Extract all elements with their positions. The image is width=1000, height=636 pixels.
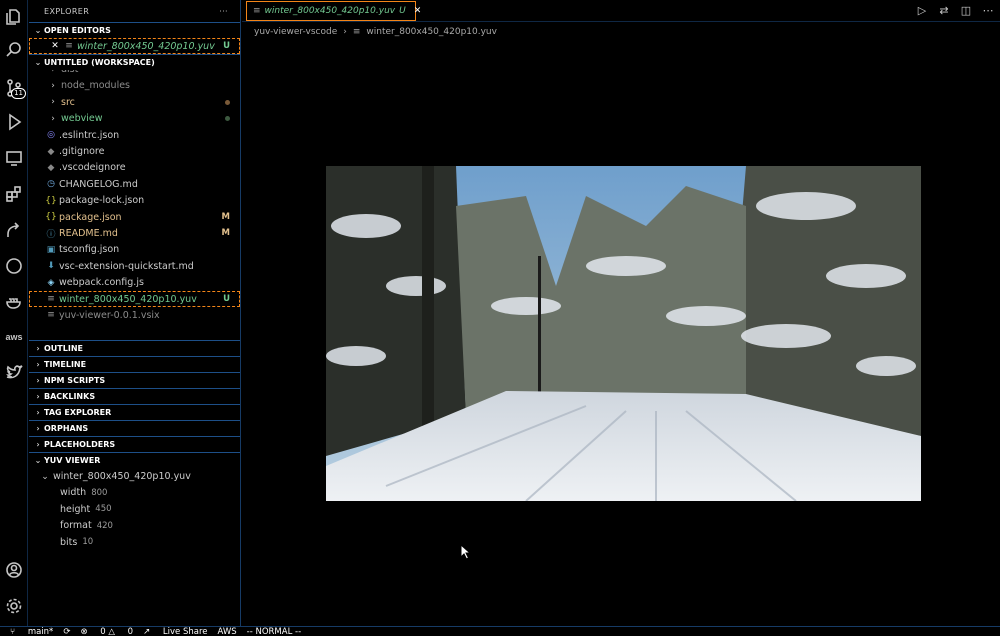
git-diamond-icon: ◆: [47, 162, 55, 173]
tree-item-quickstart[interactable]: ⬇ vsc-extension-quickstart.md: [29, 258, 240, 274]
file-lines-icon: ≡: [47, 310, 55, 321]
info-icon: ⓘ: [46, 229, 56, 240]
explorer-sidebar: EXPLORER ··· ⌄ OPEN EDITORS ✕ ≡ winter_80…: [29, 0, 241, 626]
sidebar-header: EXPLORER ···: [29, 0, 240, 22]
sync-icon[interactable]: ⟳: [63, 627, 70, 636]
breadcrumb-file[interactable]: winter_800x450_420p10.yuv: [366, 27, 497, 37]
status-bar: ⑂ main* ⟳ ⊗ 0 △ 0 ↗ Live Share AWS -- NO…: [0, 626, 1000, 636]
editor-tab-bar: ≡ winter_800x450_420p10.yuv U ✕ ▷ ⇄ ◫ ⋯: [242, 0, 1000, 22]
tree-item-package-lock[interactable]: {} package-lock.json: [29, 193, 240, 209]
source-control-badge: 11: [11, 88, 26, 99]
tree-item-gitignore[interactable]: ◆ .gitignore: [29, 143, 240, 159]
yuv-prop-width: width 800: [60, 487, 108, 499]
problems-indicator[interactable]: ⊗ 0 △ 0: [80, 627, 133, 636]
more-icon[interactable]: ⋯: [982, 4, 994, 17]
cube-icon: ◈: [47, 277, 55, 288]
tab-winter-yuv[interactable]: ≡ winter_800x450_420p10.yuv U ✕: [246, 1, 421, 21]
sidebar-title: EXPLORER: [44, 6, 90, 16]
breadcrumb-folder[interactable]: yuv-viewer-vscode: [254, 27, 337, 37]
workspace-tree: ›dist ›node_modules ›src ›webview ◎.esli…: [29, 70, 240, 340]
live-share-icon[interactable]: [2, 218, 26, 242]
tree-item-webpack[interactable]: ◈ webpack.config.js: [29, 274, 240, 290]
yuv-prop-height: height 450: [60, 503, 112, 515]
section-workspace[interactable]: ⌄ UNTITLED (WORKSPACE): [29, 54, 240, 70]
branch-indicator[interactable]: ⑂ main*: [10, 627, 53, 636]
tree-item-tsconfig[interactable]: ▣ tsconfig.json: [29, 242, 240, 258]
file-lines-icon: ≡: [47, 294, 55, 305]
chevron-right-icon: ›: [47, 70, 59, 74]
close-icon[interactable]: ✕: [49, 41, 61, 51]
github-icon[interactable]: [2, 254, 26, 278]
section-outline[interactable]: › OUTLINE: [29, 340, 240, 356]
open-editor-item[interactable]: ✕ ≡ winter_800x450_420p10.yuv U: [29, 38, 240, 55]
tree-item-src[interactable]: › src: [29, 94, 240, 110]
section-backlinks[interactable]: › BACKLINKS: [29, 388, 240, 404]
tree-item-changelog[interactable]: ◷ CHANGELOG.md: [29, 176, 240, 192]
extensions-icon[interactable]: [2, 182, 26, 206]
aws-status[interactable]: AWS: [217, 627, 236, 636]
yuv-prop-bits: bits 10: [60, 536, 94, 548]
file-lines-icon: ≡: [65, 41, 73, 52]
section-yuv-viewer[interactable]: ⌄ YUV VIEWER: [29, 452, 240, 468]
more-actions-button[interactable]: ···: [219, 7, 228, 16]
explorer-icon[interactable]: [2, 5, 26, 29]
tab-label: winter_800x450_420p10.yuv: [264, 6, 396, 16]
remote-explorer-icon[interactable]: [2, 146, 26, 170]
yuv-frame-image: [326, 166, 921, 501]
settings-gear-icon[interactable]: [2, 594, 26, 618]
twitter-icon[interactable]: [2, 360, 26, 384]
activity-bar: 11 aws: [0, 0, 28, 626]
aws-icon[interactable]: aws: [2, 325, 26, 349]
eslint-icon: ◎: [47, 130, 55, 141]
chevron-down-icon: ⌄: [41, 471, 49, 482]
section-placeholders[interactable]: › PLACEHOLDERS: [29, 436, 240, 452]
tree-item-readme[interactable]: ⓘ README.md M: [29, 225, 240, 241]
chevron-right-icon: ›: [343, 27, 347, 37]
accounts-icon[interactable]: [2, 558, 26, 582]
section-tag-explorer[interactable]: › TAG EXPLORER: [29, 404, 240, 420]
chevron-right-icon: ›: [51, 97, 55, 108]
section-timeline[interactable]: › TIMELINE: [29, 356, 240, 372]
docker-icon[interactable]: [2, 290, 26, 314]
tree-item-node-modules[interactable]: › node_modules: [29, 78, 240, 94]
live-share-button[interactable]: ↗ Live Share: [143, 627, 207, 636]
tree-item-package-json[interactable]: {} package.json M: [29, 209, 240, 225]
yuv-file-item[interactable]: ⌄ winter_800x450_420p10.yuv: [29, 468, 240, 484]
section-orphans[interactable]: › ORPHANS: [29, 420, 240, 436]
tree-item-vsix[interactable]: ≡ yuv-viewer-0.0.1.vsix: [29, 307, 240, 323]
winter-forest-picture: [326, 166, 921, 501]
typescript-icon: ▣: [46, 244, 56, 255]
search-icon[interactable]: [2, 38, 26, 62]
split-editor-icon[interactable]: ◫: [960, 4, 972, 17]
tree-item-dist[interactable]: ›dist: [29, 70, 240, 77]
close-icon[interactable]: ✕: [414, 6, 422, 16]
vim-mode: -- NORMAL --: [246, 626, 302, 636]
chevron-right-icon: ›: [51, 80, 55, 91]
yuv-prop-format: format 420: [60, 520, 113, 532]
run-icon[interactable]: ▷: [916, 4, 928, 17]
section-open-editors[interactable]: ⌄ OPEN EDITORS: [29, 22, 240, 38]
run-debug-icon[interactable]: [2, 110, 26, 134]
tab-status: U: [399, 6, 406, 16]
section-npm-scripts[interactable]: › NPM SCRIPTS: [29, 372, 240, 388]
chevron-right-icon: ›: [51, 113, 55, 124]
tree-item-webview[interactable]: › webview: [29, 111, 240, 127]
tree-item-eslintrc[interactable]: ◎ .eslintrc.json: [29, 127, 240, 143]
tree-item-vscodeignore[interactable]: ◆ .vscodeignore: [29, 160, 240, 176]
breadcrumb: yuv-viewer-vscode › ≡ winter_800x450_420…: [242, 24, 497, 40]
git-diamond-icon: ◆: [47, 146, 55, 157]
source-control-icon[interactable]: 11: [2, 76, 26, 100]
braces-icon: {}: [45, 195, 57, 206]
compare-icon[interactable]: ⇄: [938, 4, 950, 17]
file-lines-icon: ≡: [352, 27, 361, 37]
mouse-cursor-icon: [460, 544, 472, 560]
braces-icon: {}: [45, 212, 57, 223]
clock-icon: ◷: [47, 179, 55, 190]
download-arrow-icon: ⬇: [47, 261, 55, 272]
tree-item-yuv[interactable]: ≡ winter_800x450_420p10.yuv U: [29, 290, 240, 308]
file-lines-icon: ≡: [253, 6, 261, 16]
